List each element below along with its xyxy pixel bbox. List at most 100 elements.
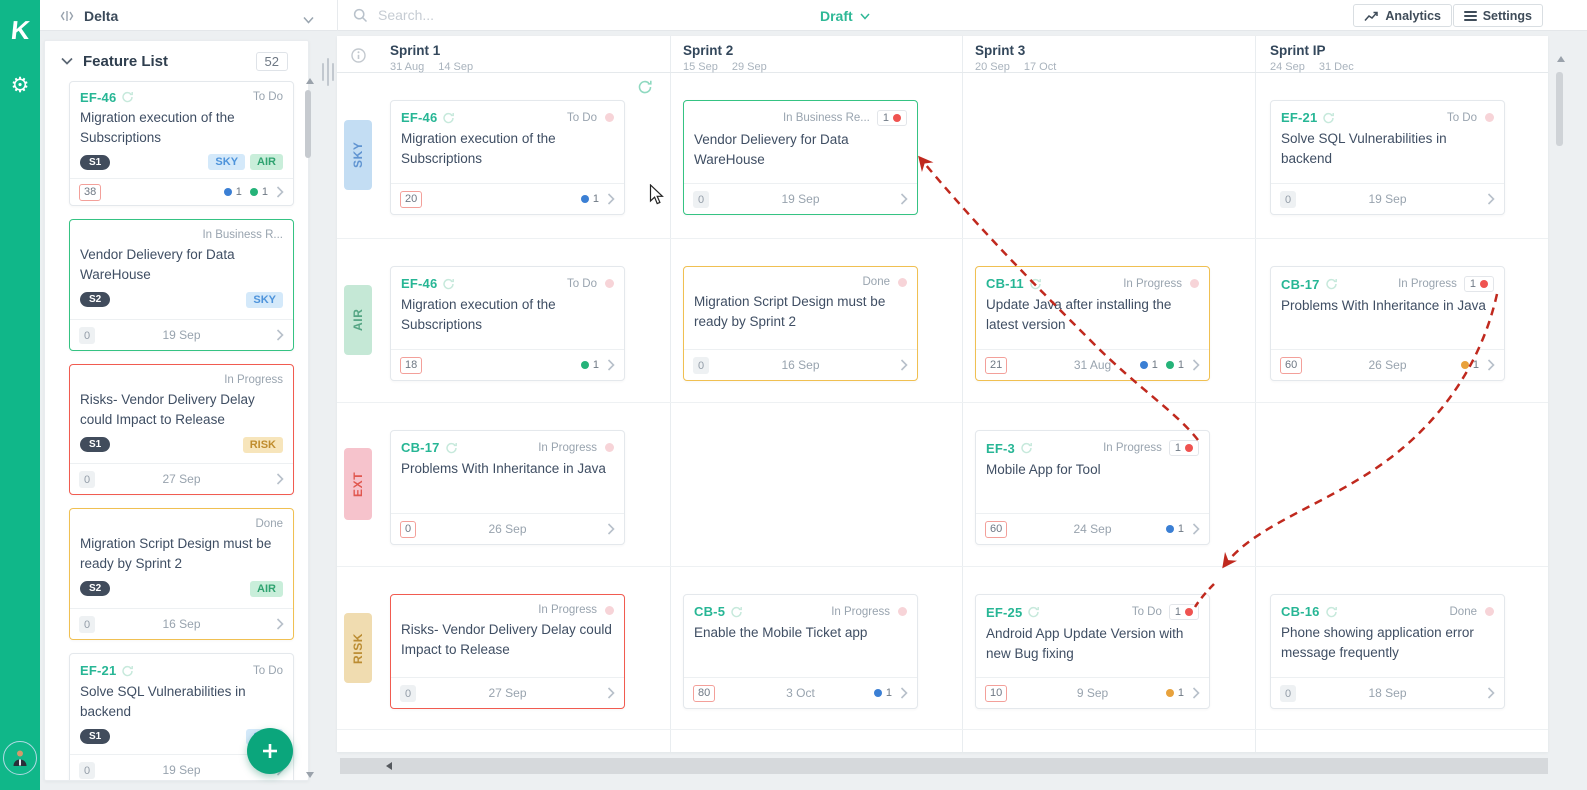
expand-chevron-icon[interactable]: [276, 618, 284, 630]
expand-chevron-icon[interactable]: [1487, 193, 1495, 205]
status-dot-count: 1: [1472, 359, 1479, 371]
expand-chevron-icon[interactable]: [276, 473, 284, 485]
card-id: CB-17: [1281, 276, 1320, 292]
expand-chevron-icon[interactable]: [900, 193, 908, 205]
expand-chevron-icon[interactable]: [1192, 359, 1200, 371]
team-row-label[interactable]: AIR: [344, 285, 372, 355]
feature-card[interactable]: CB-17 In Progress 1 Problems With Inheri…: [1270, 266, 1505, 381]
analytics-button[interactable]: Analytics: [1353, 4, 1452, 27]
team-row-label[interactable]: EXT: [344, 448, 372, 520]
sprint-column-header[interactable]: Sprint 3 20 Sep 17 Oct: [975, 43, 1056, 73]
card-tags: S2 AIR: [70, 579, 293, 605]
sidebar-scrollbar[interactable]: [305, 90, 311, 158]
expand-chevron-icon[interactable]: [900, 687, 908, 699]
expand-chevron-icon[interactable]: [276, 329, 284, 341]
feature-card[interactable]: Done Migration Script Design must be rea…: [69, 508, 294, 640]
expand-chevron-icon[interactable]: [1487, 687, 1495, 699]
status-dot-count: 1: [1177, 359, 1184, 371]
chart-icon: [1364, 11, 1379, 21]
feature-card[interactable]: EF-21 To Do Solve SQL Vulnerabilities in…: [1270, 100, 1505, 215]
gear-icon[interactable]: ⚙: [0, 70, 40, 100]
sprint-name: Sprint 2: [683, 43, 734, 58]
footer-right: 11: [1139, 359, 1200, 371]
collapse-chevron-icon[interactable]: [61, 52, 73, 70]
card-footer: 0 27 Sep: [391, 677, 624, 708]
expand-chevron-icon[interactable]: [607, 359, 615, 371]
status-dot-count: 1: [592, 359, 599, 371]
alert-badge: 1: [1463, 276, 1494, 292]
sprint-column-header[interactable]: Sprint 2 15 Sep 29 Sep: [683, 43, 767, 73]
feature-card[interactable]: EF-25 To Do 1 Android App Update Version…: [975, 594, 1210, 709]
scroll-left-arrow[interactable]: [386, 762, 392, 770]
sprint-name: Sprint IP: [1270, 43, 1326, 58]
points-count: 60: [985, 520, 1008, 538]
sprint-start-date: 15 Sep: [683, 61, 718, 73]
expand-chevron-icon[interactable]: [1192, 523, 1200, 535]
info-icon[interactable]: [351, 48, 366, 68]
team-tag: SKY: [246, 291, 283, 308]
user-avatar[interactable]: [3, 741, 37, 775]
sprint-column-header[interactable]: Sprint 1 31 Aug 14 Sep: [390, 43, 473, 73]
feature-card[interactable]: In Progress Risks- Vendor Delivery Delay…: [390, 594, 625, 709]
feature-card[interactable]: In Business R... Vendor Delievery for Da…: [69, 219, 294, 351]
card-status: In Progress: [1398, 278, 1457, 290]
card-status: To Do: [566, 277, 597, 290]
expand-chevron-icon[interactable]: [900, 359, 908, 371]
feature-card[interactable]: CB-17 In Progress Problems With Inherita…: [390, 430, 625, 545]
expand-chevron-icon[interactable]: [607, 687, 615, 699]
card-header: CB-5 In Progress: [684, 595, 917, 622]
status-dot-count: 1: [885, 687, 892, 699]
points-count: 0: [693, 356, 710, 374]
status-dot: 1: [873, 687, 892, 699]
feature-card[interactable]: CB-16 Done Phone showing application err…: [1270, 594, 1505, 709]
mode-dropdown[interactable]: Draft: [820, 8, 870, 24]
notification-dot: [605, 443, 614, 452]
card-tags: S1 RISK: [70, 435, 293, 461]
search-input[interactable]: [376, 4, 676, 26]
expand-chevron-icon[interactable]: [276, 186, 284, 198]
feature-card[interactable]: CB-11 In Progress Update Java after inst…: [975, 266, 1210, 381]
page-scrollbar[interactable]: [1556, 72, 1563, 146]
feature-card[interactable]: EF-46 To Do Migration execution of the S…: [390, 266, 625, 381]
feature-card[interactable]: EF-46 To Do Migration execution of the S…: [390, 100, 625, 215]
feature-card[interactable]: EF-46 To Do Migration execution of the S…: [69, 81, 294, 206]
sprint-tag: S1: [80, 729, 111, 744]
horizontal-scrollbar[interactable]: [340, 758, 1548, 774]
board-name[interactable]: Delta: [84, 8, 118, 24]
scroll-up-arrow[interactable]: [1557, 56, 1565, 62]
feature-card[interactable]: EF-3 In Progress 1 Mobile App for Tool 6…: [975, 430, 1210, 545]
feature-card[interactable]: CB-5 In Progress Enable the Mobile Ticke…: [683, 594, 918, 709]
card-header: In Business R...: [70, 220, 293, 244]
panel-resize-handle[interactable]: [322, 56, 334, 88]
expand-chevron-icon[interactable]: [1192, 687, 1200, 699]
feature-list-header: Feature List 52: [45, 41, 308, 81]
team-row-label[interactable]: SKY: [344, 120, 372, 190]
team-row-label[interactable]: RISK: [344, 613, 372, 683]
expand-chevron-icon[interactable]: [1487, 359, 1495, 371]
board-switch-icon[interactable]: [60, 9, 74, 27]
scroll-up-arrow[interactable]: [306, 78, 314, 84]
sync-icon: [730, 606, 743, 618]
add-feature-button[interactable]: [247, 728, 293, 774]
due-date: 24 Sep: [1073, 522, 1112, 536]
refresh-icon[interactable]: [637, 80, 653, 99]
scroll-down-arrow[interactable]: [306, 772, 314, 778]
chevron-down-icon[interactable]: [303, 11, 314, 29]
card-header: EF-46 To Do: [70, 82, 293, 107]
feature-card[interactable]: Done Migration Script Design must be rea…: [683, 266, 918, 381]
settings-button[interactable]: Settings: [1452, 4, 1543, 27]
sprint-column-header[interactable]: Sprint IP 24 Sep 31 Dec: [1270, 43, 1354, 73]
points-count: 10: [985, 684, 1008, 702]
expand-chevron-icon[interactable]: [607, 523, 615, 535]
expand-chevron-icon[interactable]: [607, 193, 615, 205]
card-status: To Do: [252, 664, 283, 677]
card-status: In Progress: [1103, 442, 1162, 454]
card-status: In Progress: [224, 374, 283, 386]
team-tag: SKY: [208, 154, 246, 171]
sprint-end-date: 17 Oct: [1023, 61, 1057, 73]
feature-card[interactable]: In Business Re... 1 Vendor Delievery for…: [683, 100, 918, 215]
app-logo[interactable]: K: [0, 8, 40, 52]
feature-card[interactable]: In Progress Risks- Vendor Delivery Delay…: [69, 364, 294, 495]
notification-dot: [1190, 279, 1199, 288]
status-dot-count: 1: [1151, 359, 1158, 371]
